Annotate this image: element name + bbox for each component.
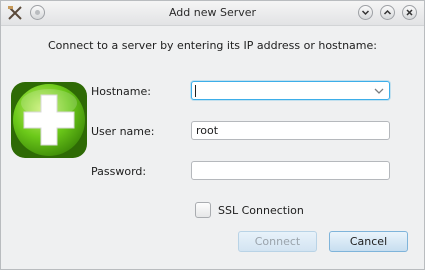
hostname-combobox[interactable] — [191, 81, 390, 100]
chevron-down-icon — [361, 10, 370, 16]
close-icon — [406, 9, 413, 16]
intro-text: Connect to a server by entering its IP a… — [48, 39, 377, 52]
ssl-checkbox[interactable] — [195, 202, 211, 218]
close-button[interactable] — [402, 5, 417, 20]
cancel-button[interactable]: Cancel — [329, 231, 408, 252]
title-bar[interactable]: Add new Server — [1, 1, 424, 26]
ssl-label[interactable]: SSL Connection — [218, 204, 304, 217]
chevron-up-icon — [383, 9, 392, 15]
add-server-plus-icon — [11, 82, 87, 158]
text-caret — [195, 85, 196, 97]
minimize-button[interactable] — [358, 5, 373, 20]
chevron-down-icon[interactable] — [374, 86, 384, 96]
password-field[interactable] — [191, 161, 390, 180]
username-field[interactable]: root — [191, 121, 390, 140]
password-label: Password: — [91, 165, 147, 178]
add-server-dialog: Add new Server Connect to a server by en… — [0, 0, 425, 270]
connect-button[interactable]: Connect — [238, 231, 317, 252]
hostname-label: Hostname: — [91, 85, 151, 98]
maximize-button[interactable] — [380, 5, 395, 20]
username-value: root — [196, 124, 219, 137]
username-label: User name: — [91, 125, 155, 138]
